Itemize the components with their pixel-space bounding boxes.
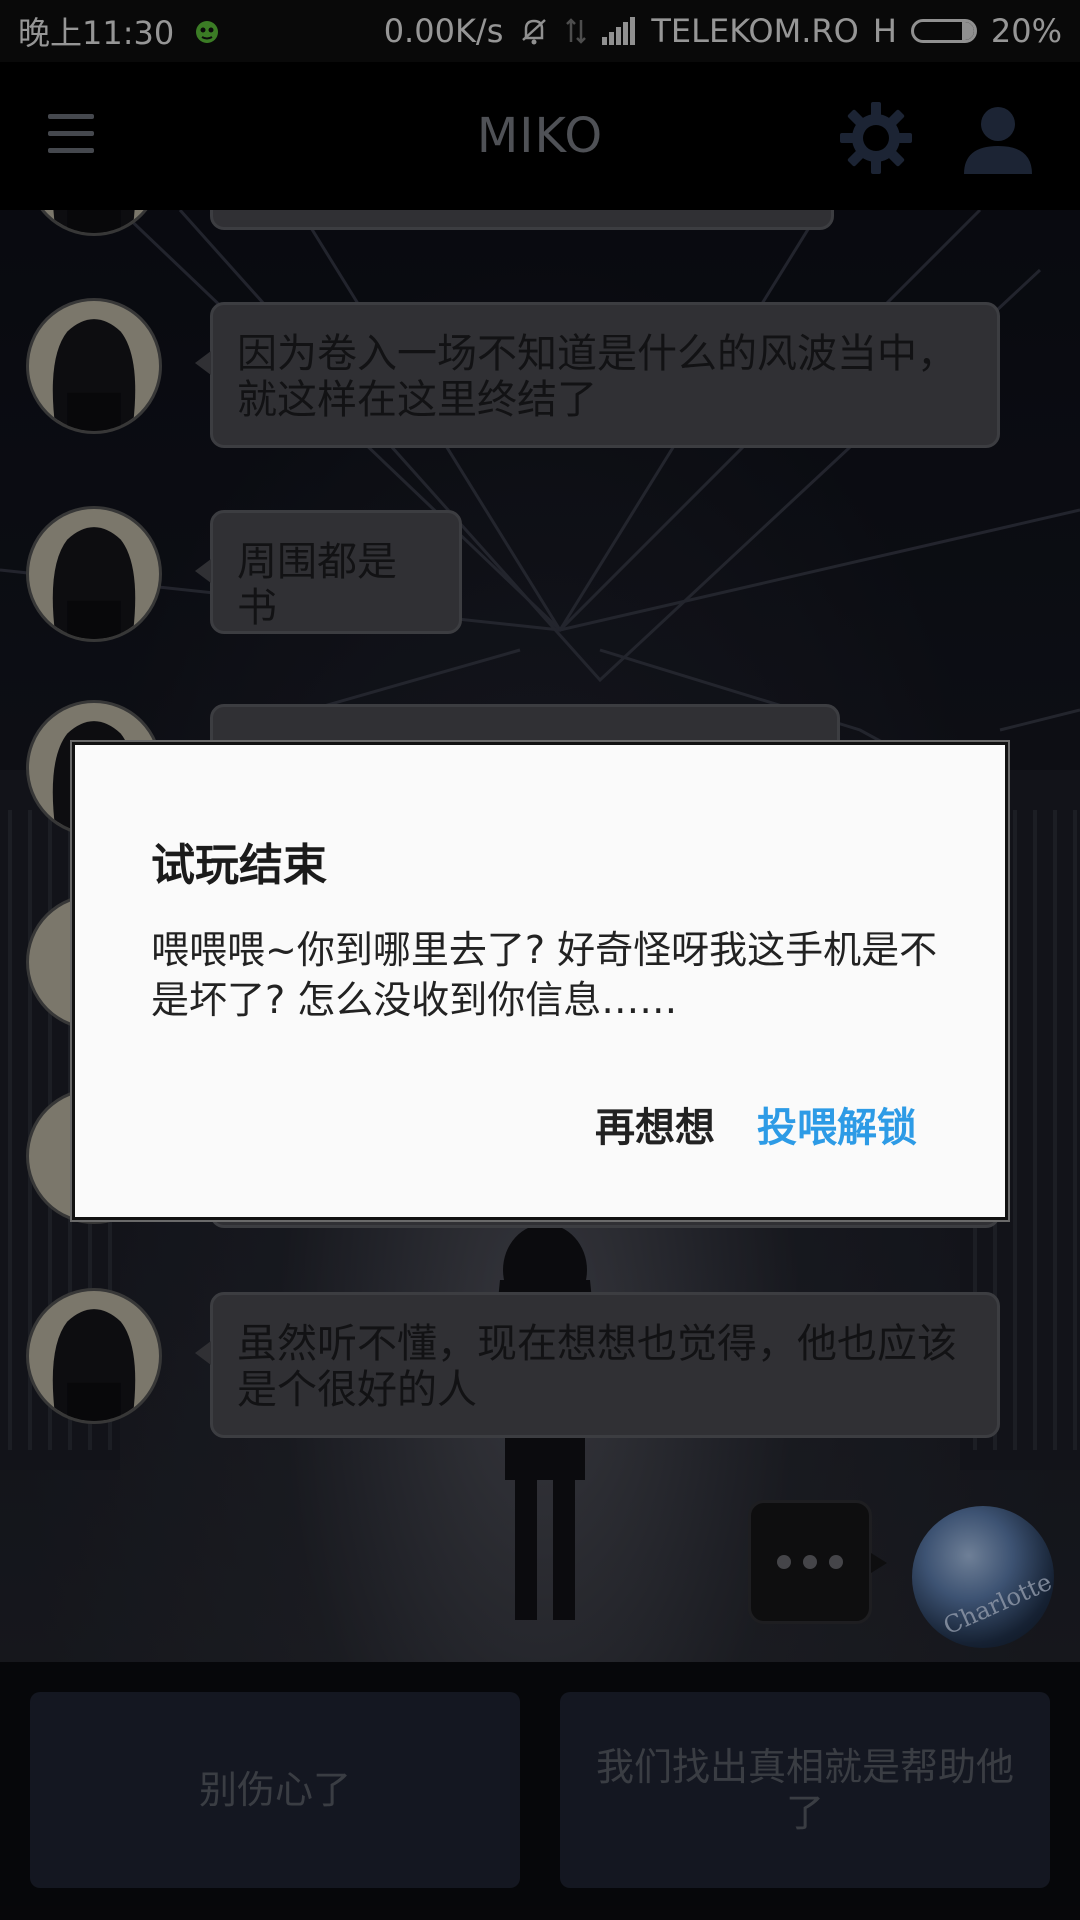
dialog-title: 试玩结束	[151, 840, 327, 891]
dialog-message: 喂喂喂~你到哪里去了? 好奇怪呀我这手机是不是坏了? 怎么没收到你信息……	[151, 928, 938, 1022]
unlock-button[interactable]: 投喂解锁	[757, 1095, 917, 1153]
cancel-button[interactable]: 再想想	[595, 1095, 715, 1153]
trial-ended-dialog: 试玩结束 喂喂喂~你到哪里去了? 好奇怪呀我这手机是不是坏了? 怎么没收到你信息…	[72, 742, 1008, 1220]
